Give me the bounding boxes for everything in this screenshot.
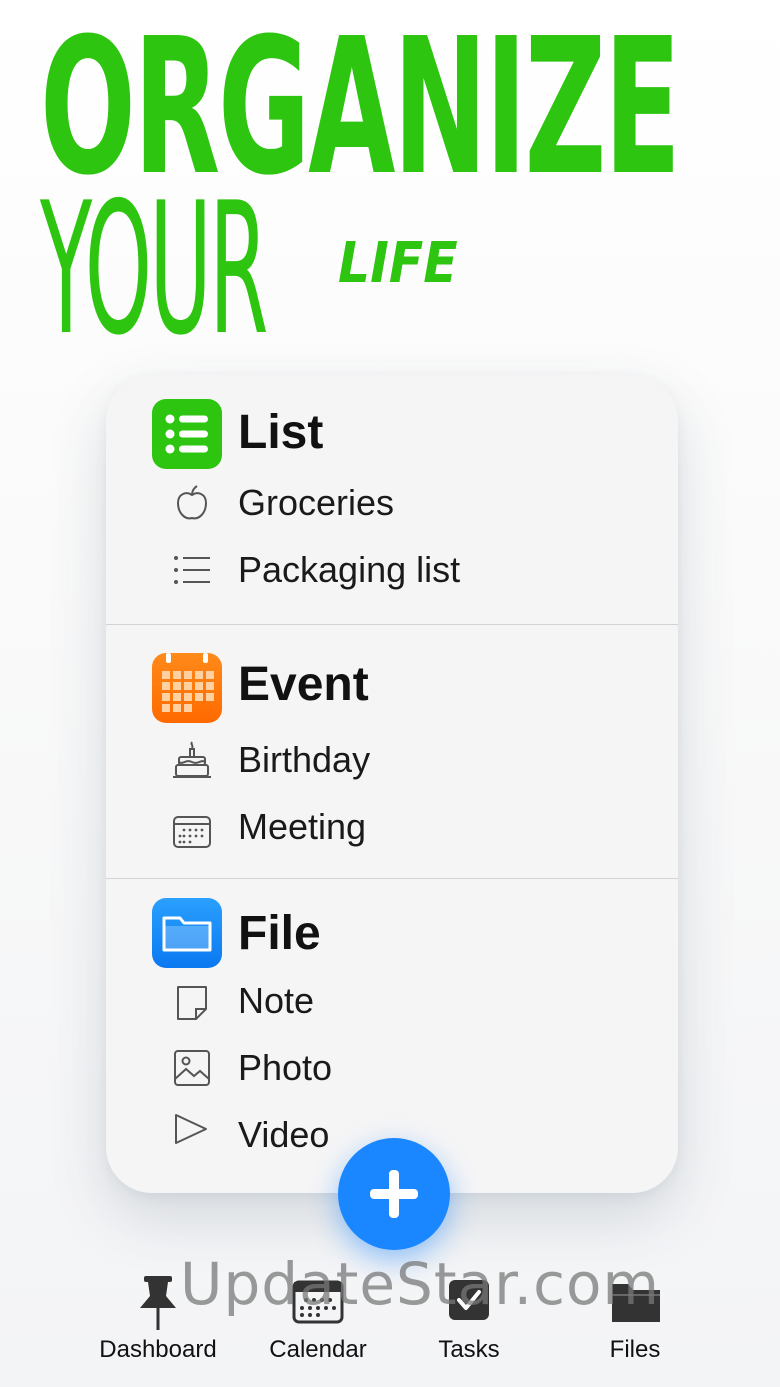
file-item-note[interactable]: Note — [238, 983, 314, 1019]
pin-icon — [140, 1276, 176, 1330]
category-title-event: Event — [238, 658, 369, 711]
section-divider — [106, 878, 678, 879]
section-divider — [106, 624, 678, 625]
list-icon — [152, 399, 222, 469]
birthday-cake-icon — [172, 740, 212, 780]
file-item-video[interactable]: Video — [238, 1117, 329, 1153]
plus-icon — [370, 1170, 418, 1218]
calendar-icon — [152, 653, 222, 723]
headline-life: LIFE — [338, 231, 458, 296]
headline: ORGANIZE YOUR LIFE — [0, 0, 780, 375]
category-title-file: File — [238, 907, 321, 960]
category-title-list: List — [238, 406, 324, 459]
tab-label-files: Files — [609, 1336, 661, 1363]
add-button[interactable] — [338, 1138, 450, 1250]
list-item-groceries[interactable]: Groceries — [238, 485, 394, 521]
tab-label-dashboard: Dashboard — [99, 1336, 217, 1363]
play-icon — [172, 1111, 212, 1151]
file-item-photo[interactable]: Photo — [238, 1050, 332, 1086]
note-icon — [172, 983, 212, 1023]
apple-icon — [172, 483, 212, 523]
watermark: UpdateStar.com — [180, 1250, 660, 1318]
tab-label-tasks: Tasks — [438, 1336, 500, 1363]
category-card: List Groceries Packaging list Event Birt… — [106, 375, 678, 1193]
bullet-list-icon — [172, 550, 212, 590]
calendar-small-icon — [172, 811, 212, 851]
headline-your: YOUR — [40, 163, 268, 375]
photo-icon — [172, 1048, 212, 1088]
event-item-birthday[interactable]: Birthday — [238, 742, 370, 778]
event-item-meeting[interactable]: Meeting — [238, 809, 366, 845]
tab-label-calendar: Calendar — [269, 1336, 367, 1363]
list-item-packaging-list[interactable]: Packaging list — [238, 552, 460, 588]
folder-icon — [152, 898, 222, 968]
